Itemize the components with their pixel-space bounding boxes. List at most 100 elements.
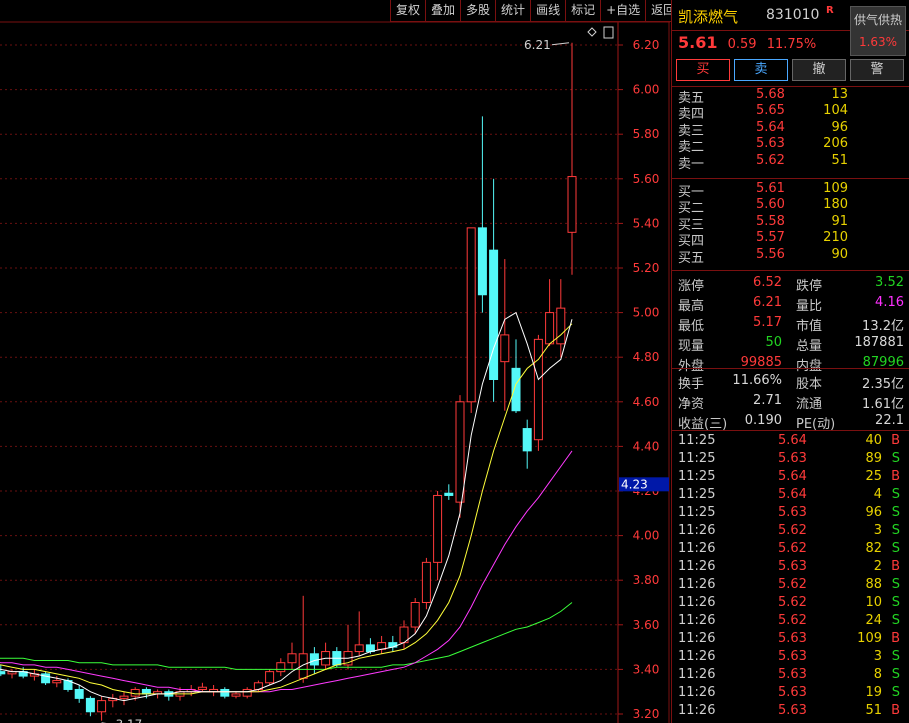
stat-value: 187881 xyxy=(854,335,904,350)
candle-body[interactable] xyxy=(220,688,230,697)
candle-body[interactable] xyxy=(85,697,95,713)
level-price: 5.56 xyxy=(756,246,785,262)
candle-body[interactable] xyxy=(477,227,487,296)
trade-time: 11:26 xyxy=(678,649,716,664)
trade-row: 11:25 5.63 96 S xyxy=(672,504,909,522)
trade-row: 11:26 5.63 3 S xyxy=(672,648,909,666)
level-volume: 180 xyxy=(823,197,848,213)
stat-label: 总量 xyxy=(796,339,823,354)
candle-body[interactable] xyxy=(0,671,6,675)
y-tick-label: 3.80 xyxy=(633,573,660,587)
trade-volume: 96 xyxy=(865,505,882,520)
candle-body[interactable] xyxy=(545,312,555,345)
buy-button[interactable]: 买 xyxy=(676,59,730,81)
candle-body[interactable] xyxy=(231,693,241,697)
alert-button[interactable]: 警 xyxy=(850,59,904,81)
cancel-order-button[interactable]: 撤 xyxy=(792,59,846,81)
candle-body[interactable] xyxy=(74,688,84,699)
candle-body[interactable] xyxy=(354,644,364,653)
level-price: 5.65 xyxy=(756,103,785,119)
candle-body[interactable] xyxy=(119,695,129,699)
mark-button[interactable]: 标记 xyxy=(565,0,601,22)
trade-row: 11:26 5.62 10 S xyxy=(672,594,909,612)
price-row: 5.61 0.59 11.75% xyxy=(678,33,816,52)
level-volume: 96 xyxy=(831,119,848,135)
trade-list[interactable]: 11:25 5.64 40 B 11:25 5.63 89 S 11:25 5.64 25 B 11:2… xyxy=(672,430,909,720)
candle-body[interactable] xyxy=(500,334,510,363)
trade-price: 5.63 xyxy=(778,451,807,466)
ma5-line xyxy=(0,311,573,702)
trade-price: 5.62 xyxy=(778,613,807,628)
candle-body[interactable] xyxy=(287,653,297,664)
trade-price: 5.64 xyxy=(778,469,807,484)
candle-body[interactable] xyxy=(421,561,431,603)
stat-row: 换手 11.66% 股本 2.35亿 xyxy=(672,371,909,392)
y-tick-label: 4.80 xyxy=(633,350,660,364)
y-tick-label: 4.40 xyxy=(633,439,660,453)
candle-body[interactable] xyxy=(197,686,207,690)
candle-body[interactable] xyxy=(130,688,140,697)
candle-body[interactable] xyxy=(455,401,465,503)
candle-body[interactable] xyxy=(567,176,577,233)
candle-body[interactable] xyxy=(52,680,62,684)
overlay-button[interactable]: 叠加 xyxy=(425,0,461,22)
level-label: 买五 xyxy=(678,250,705,266)
diamond-icon[interactable] xyxy=(587,27,597,37)
add-watchlist-button[interactable]: +自选 xyxy=(600,0,646,22)
kline-chart[interactable]: 6.20 6.00 5.80 5.60 5.40 5.20 5.00 4.80 4.60 4.40… xyxy=(0,0,670,723)
level-price: 5.63 xyxy=(756,136,785,152)
stat-label: 跌停 xyxy=(796,279,823,294)
trade-time: 11:26 xyxy=(678,703,716,718)
low-marker-label: 3.17 xyxy=(116,718,143,723)
level-volume: 109 xyxy=(823,181,848,196)
sector-change: 1.63% xyxy=(858,35,898,49)
multi-stock-button[interactable]: 多股 xyxy=(460,0,496,22)
trade-side: B xyxy=(891,559,900,574)
candle-body[interactable] xyxy=(433,494,443,563)
window-icon[interactable] xyxy=(603,26,614,39)
candle-body[interactable] xyxy=(276,662,286,673)
candle-body[interactable] xyxy=(97,700,107,713)
level-price: 5.68 xyxy=(756,87,785,102)
level-label: 卖一 xyxy=(678,156,705,172)
sector-tag[interactable]: 供气供热 1.63% xyxy=(850,6,906,56)
trade-time: 11:26 xyxy=(678,667,716,682)
trade-row: 11:26 5.62 82 S xyxy=(672,540,909,558)
high-marker-line xyxy=(551,42,570,46)
candle-body[interactable] xyxy=(265,671,275,684)
candle-body[interactable] xyxy=(556,307,566,345)
trade-time: 11:25 xyxy=(678,433,716,448)
ask-row: 卖一 5.62 51 xyxy=(672,152,909,172)
candle-body[interactable] xyxy=(522,428,532,452)
candle-body[interactable] xyxy=(533,338,543,441)
stat-row: 涨停 6.52 跌停 3.52 xyxy=(672,273,909,294)
candle-body[interactable] xyxy=(309,653,319,666)
trade-volume: 25 xyxy=(865,469,882,484)
trade-price: 5.62 xyxy=(778,523,807,538)
candle-body[interactable] xyxy=(466,227,476,403)
trade-side: S xyxy=(891,667,900,682)
candle-body[interactable] xyxy=(489,249,499,380)
statistics-button[interactable]: 统计 xyxy=(495,0,531,22)
trade-price: 5.63 xyxy=(778,703,807,718)
trade-price: 5.63 xyxy=(778,505,807,520)
trade-price: 5.63 xyxy=(778,631,807,646)
candle-body[interactable] xyxy=(141,688,151,695)
trade-side: B xyxy=(891,703,900,718)
candle-body[interactable] xyxy=(410,602,420,628)
trade-row: 11:25 5.64 40 B xyxy=(672,432,909,450)
candle-body[interactable] xyxy=(444,492,454,496)
trade-volume: 8 xyxy=(873,667,882,682)
last-price: 5.61 xyxy=(678,33,718,52)
chart-toolbar: 复权 叠加 多股 统计 画线 标记 +自选 返回 xyxy=(390,0,681,22)
sell-button[interactable]: 卖 xyxy=(734,59,788,81)
trade-actions: 买 卖 撤 警 xyxy=(676,59,904,81)
trade-volume: 3 xyxy=(873,649,882,664)
candle-body[interactable] xyxy=(511,367,521,412)
draw-line-button[interactable]: 画线 xyxy=(530,0,566,22)
stat-row: 净资 2.71 流通 1.61亿 xyxy=(672,391,909,412)
restore-rights-button[interactable]: 复权 xyxy=(390,0,426,22)
stat-value: 1.61亿 xyxy=(862,397,904,412)
level-price: 5.62 xyxy=(756,152,785,168)
candle-body[interactable] xyxy=(242,688,252,697)
